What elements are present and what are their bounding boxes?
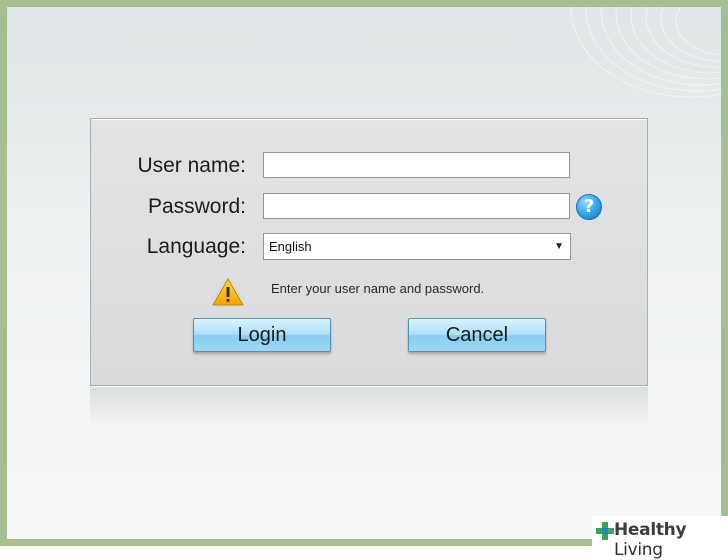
username-label: User name: xyxy=(137,154,246,177)
outer-frame: User name: Password: ? Language: English… xyxy=(0,0,728,560)
healthy-living-cross-icon xyxy=(596,522,614,540)
question-help-icon[interactable]: ? xyxy=(576,194,602,220)
instruction-message: Enter your user name and password. xyxy=(271,281,485,296)
username-input[interactable] xyxy=(263,152,570,178)
password-label: Password: xyxy=(147,195,246,218)
language-select[interactable]: English ▼ xyxy=(263,233,571,260)
dropdown-arrow-icon: ▼ xyxy=(554,241,564,252)
cancel-button[interactable]: Cancel xyxy=(408,318,546,352)
watermark-text: Healthy Living xyxy=(614,520,687,560)
healthy-living-watermark: Healthy Living xyxy=(592,516,728,560)
language-selected-value: English xyxy=(269,239,312,254)
panel-reflection xyxy=(90,387,648,427)
warning-triangle-icon xyxy=(212,278,244,306)
language-label: Language: xyxy=(146,235,246,258)
login-screen: User name: Password: ? Language: English… xyxy=(7,7,721,539)
login-button[interactable]: Login xyxy=(193,318,331,352)
password-input[interactable] xyxy=(263,193,570,219)
login-panel: User name: Password: ? Language: English… xyxy=(90,118,648,386)
